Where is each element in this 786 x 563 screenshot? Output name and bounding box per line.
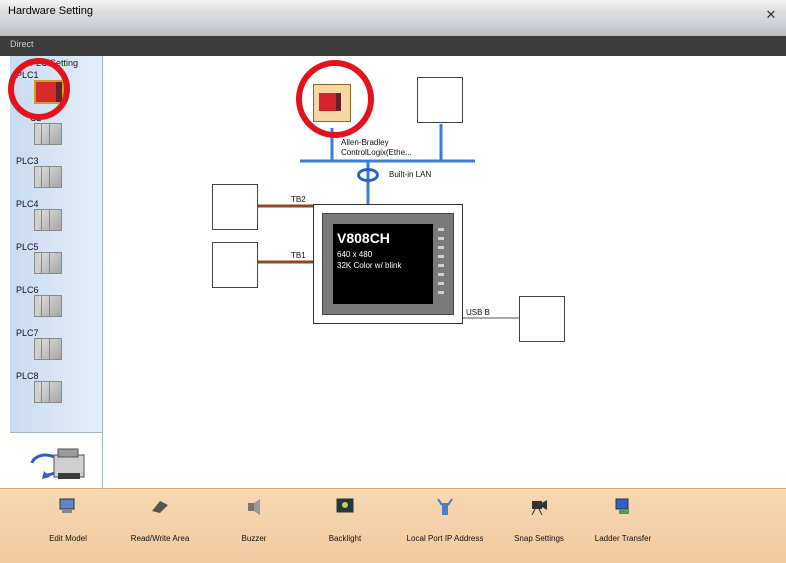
title-bar: Hardware Setting ✕: [0, 0, 786, 36]
hmi-screen: V808CH 640 x 480 32K Color w/ blink: [333, 224, 433, 304]
sidebar-item-label: PLC5: [16, 242, 39, 252]
transfer-icon: [30, 448, 85, 479]
lan-label: Built-in LAN: [389, 170, 432, 179]
usb-label: USB B: [466, 308, 491, 317]
plc-device-icon: [34, 338, 62, 360]
device-color: 32K Color w/ blink: [337, 261, 402, 270]
plc-device-icon: [34, 123, 62, 145]
read-write-area-button[interactable]: Read/Write Area: [120, 497, 200, 543]
read-write-area-icon: [152, 501, 168, 513]
window-title: Hardware Setting: [8, 5, 93, 17]
sidebar-item-plc2[interactable]: C2: [10, 113, 102, 156]
sidebar-item-plc5[interactable]: PLC5: [10, 242, 102, 285]
bottom-toolbar: Edit Model Read/Write Area Buzzer Backli…: [0, 488, 786, 563]
tool-label: Backlight: [328, 534, 362, 543]
plc-name: Allen-Bradley ControlLogix(Ethe...: [341, 138, 412, 158]
plc-device-icon: [34, 381, 62, 403]
sidebar-item-plc4[interactable]: PLC4: [10, 199, 102, 242]
hmi-device-node[interactable]: V808CH 640 x 480 32K Color w/ blink: [313, 204, 463, 324]
tool-label: Read/Write Area: [130, 534, 190, 543]
plc-device-icon: [34, 252, 62, 274]
hmi-bezel: V808CH 640 x 480 32K Color w/ blink: [322, 213, 454, 315]
sidebar-item-plc8[interactable]: PLC8: [10, 371, 102, 414]
tab-direct[interactable]: Direct: [10, 39, 34, 49]
plc-name-line2: ControlLogix(Ethe...: [341, 148, 412, 157]
local-port-ip-icon: [437, 498, 453, 515]
sidebar-item-plc3[interactable]: PLC3: [10, 156, 102, 199]
buzzer-button[interactable]: Buzzer: [232, 497, 276, 543]
edit-model-icon: [59, 498, 75, 513]
sidebar-item-label: PLC7: [16, 328, 39, 338]
backlight-icon: [336, 498, 354, 513]
lan-connector-icon: [357, 168, 379, 182]
sidebar-item-label: PLC6: [16, 285, 39, 295]
plc-device-icon: [34, 166, 62, 188]
tb2-label: TB2: [291, 195, 306, 204]
buzzer-icon: [248, 499, 260, 515]
hardware-diagram-canvas: Allen-Bradley ControlLogix(Ethe... Built…: [103, 56, 786, 488]
highlight-circle: [296, 60, 374, 138]
local-port-ip-button[interactable]: Local Port IP Address: [394, 497, 496, 543]
snap-settings-icon: [531, 500, 547, 516]
backlight-button[interactable]: Backlight: [320, 497, 370, 543]
empty-tb2-slot[interactable]: [212, 184, 258, 230]
hardware-setting-window: Hardware Setting ✕ Direct PLC Setting PL…: [0, 0, 786, 563]
tool-label: Ladder Transfer: [594, 534, 652, 543]
sidebar-item-plc7[interactable]: PLC7: [10, 328, 102, 371]
empty-lan-slot[interactable]: [417, 77, 463, 123]
tool-label: Buzzer: [241, 534, 267, 543]
tool-label: Edit Model: [49, 534, 87, 543]
ladder-transfer-button[interactable]: Ladder Transfer: [588, 497, 658, 543]
sidebar-item-label: PLC8: [16, 371, 39, 381]
sidebar-item-plc6[interactable]: PLC6: [10, 285, 102, 328]
plc-sidebar: PLC Setting PLC1 C2 PLC3 PLC4 PLC5 PLC6 …: [10, 56, 103, 489]
device-resolution: 640 x 480: [337, 250, 373, 259]
tb1-label: TB1: [291, 251, 306, 260]
empty-usb-slot[interactable]: [519, 296, 565, 342]
plc-device-icon: [34, 209, 62, 231]
edit-model-button[interactable]: Edit Model: [42, 497, 94, 543]
tab-bar: Direct: [0, 36, 786, 56]
close-icon[interactable]: ✕: [762, 6, 780, 24]
ladder-transfer-icon: [615, 498, 629, 514]
plc-name-line1: Allen-Bradley: [341, 138, 389, 147]
device-model: V808CH: [337, 230, 390, 246]
transfer-button[interactable]: [10, 432, 102, 489]
plc-device-icon: [34, 295, 62, 317]
highlight-circle: [8, 58, 70, 120]
sidebar-item-label: PLC4: [16, 199, 39, 209]
sidebar-item-label: PLC3: [16, 156, 39, 166]
empty-tb1-slot[interactable]: [212, 242, 258, 288]
tool-label: Local Port IP Address: [406, 534, 484, 543]
tool-label: Snap Settings: [514, 534, 564, 543]
snap-settings-button[interactable]: Snap Settings: [504, 497, 574, 543]
hmi-side-buttons: [438, 228, 444, 298]
